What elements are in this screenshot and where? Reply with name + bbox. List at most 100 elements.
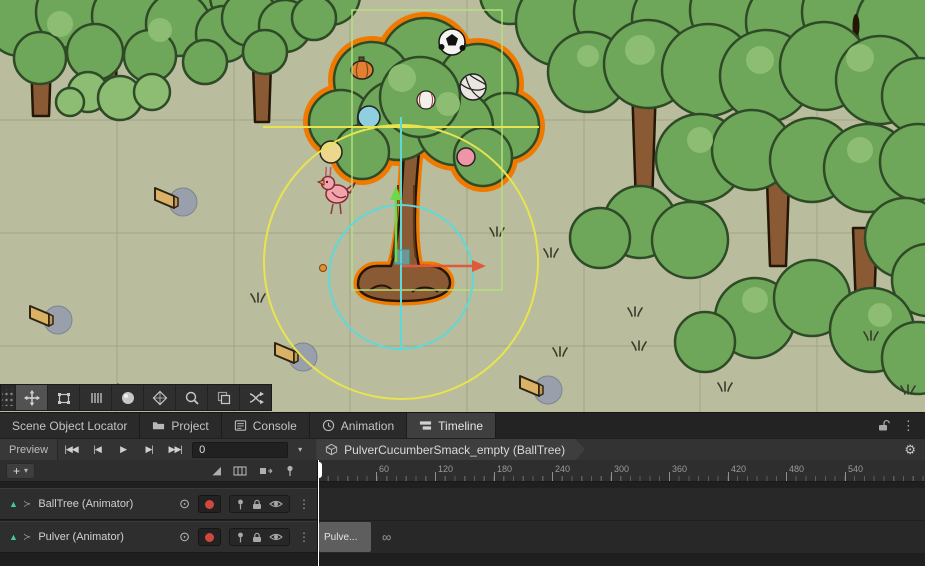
timeline-ruler[interactable]: 60 120 180 240 300 360 420 480 540	[318, 460, 925, 482]
mute-track-button[interactable]	[269, 499, 283, 509]
tab-console[interactable]: Console	[222, 413, 310, 438]
lock-track-button[interactable]	[252, 499, 262, 510]
timeline-settings-button[interactable]: ⚙	[895, 442, 925, 458]
ruler-tick: 360	[669, 472, 670, 481]
gizmo-orbit-handle[interactable]	[320, 265, 327, 272]
pivot-tool-button[interactable]	[143, 385, 175, 410]
mute-track-button[interactable]	[269, 532, 283, 542]
track-content-column[interactable]: 60 120 180 240 300 360 420 480 540 Pulve…	[318, 460, 925, 566]
scene-canvas[interactable]: .cnp{fill:#6fa75a;stroke:#2e4a26;stroke-…	[0, 0, 925, 412]
next-frame-button[interactable]: ▶|	[136, 439, 162, 461]
go-to-start-button[interactable]: |◀◀	[58, 439, 84, 461]
binding-arrow-icon: ≻	[23, 532, 31, 543]
record-button[interactable]	[198, 528, 221, 546]
kebab-icon: ⋮	[298, 497, 310, 511]
track-option-buttons	[229, 495, 290, 513]
sphere-tool-icon	[120, 390, 136, 406]
track-header-balltree[interactable]: ▲ ≻ BallTree (Animator) ⊙	[0, 488, 317, 520]
infinite-clip-icon: ∞	[382, 530, 391, 545]
object-picker-button[interactable]: ⊙	[179, 496, 190, 512]
timeline-icon	[419, 419, 432, 432]
panel-unlock-button[interactable]	[878, 419, 890, 432]
playhead-handle[interactable]	[318, 462, 322, 478]
scene-toolbar	[0, 384, 272, 411]
track-menu-button[interactable]: ⋮	[295, 497, 313, 511]
ruler-tick: 240	[552, 472, 553, 481]
track-name: BallTree (Animator)	[38, 498, 133, 510]
eye-icon	[269, 532, 283, 542]
rect-tool-button[interactable]	[47, 385, 79, 410]
current-frame-field[interactable]: 0	[192, 442, 288, 458]
toolbar-grip-handle[interactable]	[2, 389, 14, 406]
track-type-icon: ▲	[9, 499, 18, 509]
kebab-icon: ⋮	[298, 530, 310, 544]
tab-project[interactable]: Project	[140, 413, 221, 438]
panel-tab-bar: Scene Object Locator Project Console Ani…	[0, 412, 925, 438]
pink-ball	[457, 148, 475, 166]
show-markers-toggle[interactable]	[285, 465, 295, 477]
timeline-breadcrumb[interactable]: PulverCucumberSmack_empty (BallTree)	[316, 439, 585, 461]
layers-tool-button[interactable]	[207, 385, 239, 410]
playhead[interactable]	[318, 460, 319, 566]
play-button[interactable]: ▶	[110, 439, 136, 461]
object-picker-button[interactable]: ⊙	[179, 529, 190, 545]
track-menu-button[interactable]: ⋮	[295, 530, 313, 544]
zoom-tool-icon	[184, 390, 200, 406]
record-icon	[205, 500, 214, 509]
mix-edit-mode-button[interactable]	[233, 465, 247, 477]
record-button[interactable]	[198, 495, 221, 513]
track-toolbar: + ▾ ◢	[0, 460, 317, 482]
preview-toggle-button[interactable]: Preview	[0, 439, 58, 461]
layers-tool-icon	[216, 390, 232, 406]
track-option-buttons	[229, 528, 290, 546]
rect-tool-icon	[56, 390, 72, 406]
lock-track-button[interactable]	[252, 532, 262, 543]
marker-pin-icon	[285, 465, 295, 477]
pin-track-button[interactable]	[236, 532, 245, 543]
previous-frame-button[interactable]: |◀	[84, 439, 110, 461]
ruler-tick: 300	[611, 472, 612, 481]
track-type-icon: ▲	[9, 532, 18, 542]
unlock-icon	[878, 419, 890, 432]
move-tool-icon	[24, 390, 40, 406]
ripple-edit-mode-button[interactable]	[259, 465, 273, 477]
frame-options-dropdown[interactable]: ▾	[292, 439, 308, 461]
track-lane-pulver[interactable]: Pulve... ∞	[318, 521, 925, 553]
lock-icon	[252, 532, 262, 543]
track-lane-balltree[interactable]	[318, 488, 925, 520]
animation-clip[interactable]: Pulve...	[319, 522, 371, 552]
ruler-tick: 120	[435, 472, 436, 481]
go-to-end-button[interactable]: ▶▶|	[162, 439, 188, 461]
tab-scene-object-locator[interactable]: Scene Object Locator	[0, 413, 140, 438]
clock-icon	[322, 419, 335, 432]
prefab-cube-icon	[325, 443, 338, 456]
volleyball	[460, 74, 486, 100]
timeline-toolbar: Preview |◀◀ |◀ ▶ ▶| ▶▶| 0 ▾ PulverCucumb…	[0, 438, 925, 460]
picker-icon: ⊙	[179, 496, 190, 511]
baseball	[417, 91, 435, 109]
tab-animation[interactable]: Animation	[310, 413, 407, 438]
frame-value: 0	[199, 444, 205, 456]
pin-icon	[236, 532, 245, 543]
caret-down-icon: ▾	[298, 445, 302, 454]
curves-view-toggle[interactable]: ◢	[213, 464, 221, 477]
binding-arrow-icon: ≻	[23, 499, 31, 510]
scene-view[interactable]: .cnp{fill:#6fa75a;stroke:#2e4a26;stroke-…	[0, 0, 925, 412]
grid-tool-button[interactable]	[79, 385, 111, 410]
tab-label: Console	[253, 419, 297, 433]
tab-timeline[interactable]: Timeline	[407, 413, 496, 438]
sphere-tool-button[interactable]	[111, 385, 143, 410]
pin-track-button[interactable]	[236, 499, 245, 510]
zoom-tool-button[interactable]	[175, 385, 207, 410]
caret-down-icon: ▾	[24, 466, 28, 475]
track-header-pulver[interactable]: ▲ ≻ Pulver (Animator) ⊙	[0, 521, 317, 553]
grid-tool-icon	[88, 390, 104, 406]
ruler-tick: 180	[494, 472, 495, 481]
move-tool-button[interactable]	[15, 385, 47, 410]
kebab-icon: ⋮	[902, 418, 915, 434]
ripple-mode-icon	[259, 465, 273, 477]
add-track-button[interactable]: + ▾	[6, 463, 35, 479]
shuffle-tool-button[interactable]	[239, 385, 271, 410]
panel-menu-button[interactable]: ⋮	[902, 418, 915, 434]
record-icon	[205, 533, 214, 542]
